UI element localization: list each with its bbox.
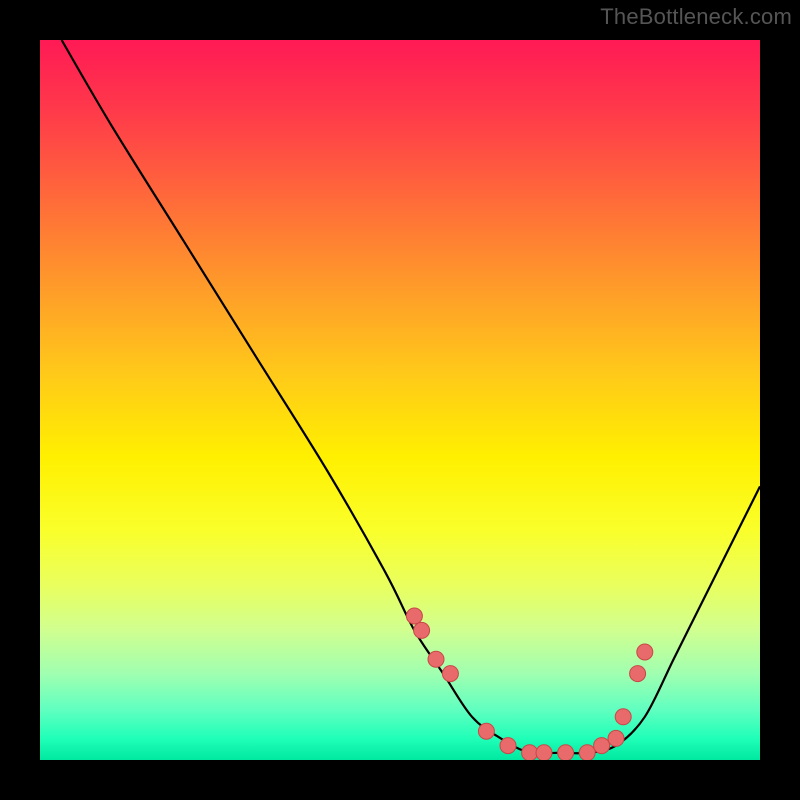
watermark-text: TheBottleneck.com — [600, 4, 792, 30]
scatter-dot — [558, 745, 574, 760]
scatter-dot — [579, 745, 595, 760]
scatter-dot — [522, 745, 538, 760]
scatter-dot — [637, 644, 653, 660]
chart-plot-area — [40, 40, 760, 760]
bottleneck-curve — [62, 40, 760, 754]
scatter-dot — [428, 651, 444, 667]
scatter-dot — [406, 608, 422, 624]
scatter-dot — [608, 730, 624, 746]
scatter-dot — [442, 666, 458, 682]
scatter-dot — [536, 745, 552, 760]
scatter-dot — [615, 709, 631, 725]
scatter-group — [406, 608, 652, 760]
scatter-dot — [594, 738, 610, 754]
scatter-dot — [630, 666, 646, 682]
scatter-dot — [500, 738, 516, 754]
scatter-dot — [478, 723, 494, 739]
chart-overlay — [40, 40, 760, 760]
scatter-dot — [414, 622, 430, 638]
